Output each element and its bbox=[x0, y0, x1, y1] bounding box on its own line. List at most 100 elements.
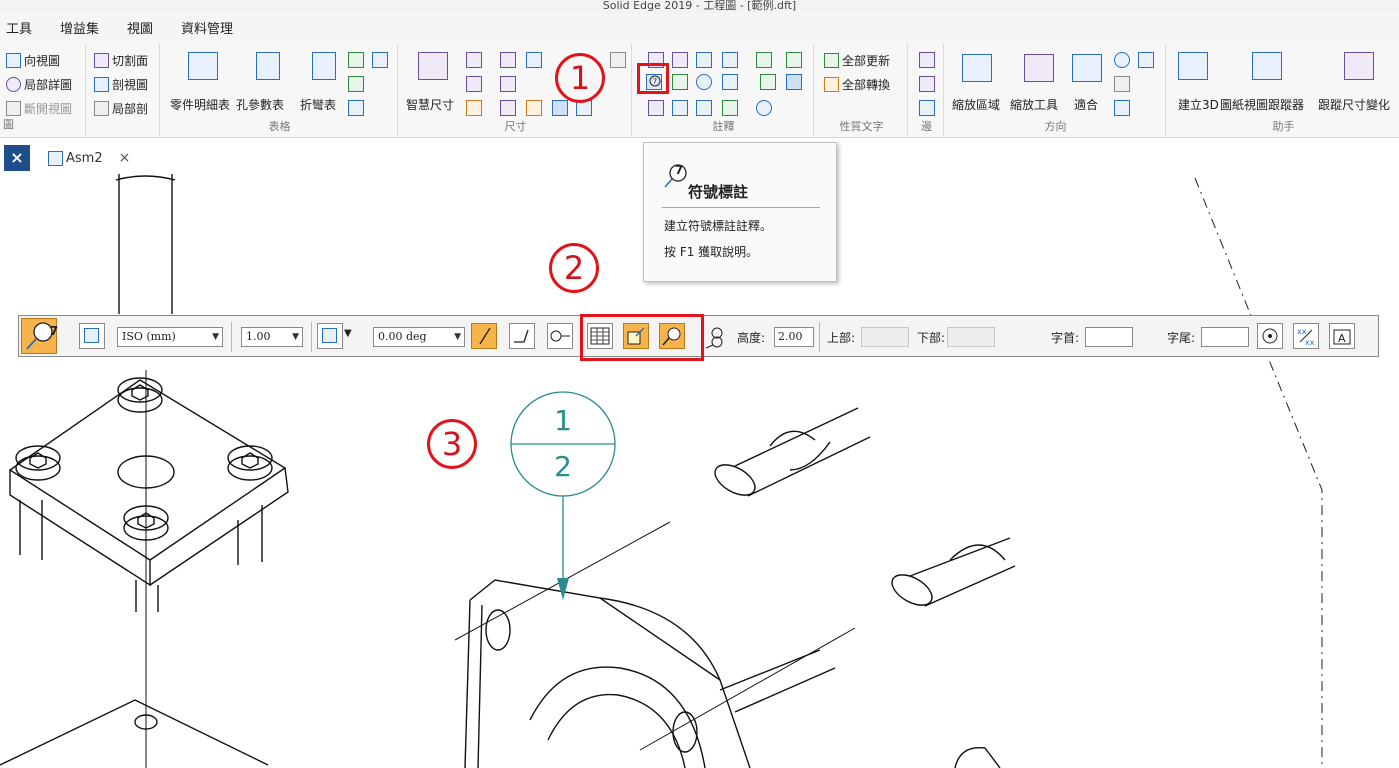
fit-button[interactable]: 適合 bbox=[1074, 96, 1098, 113]
bend-table-button[interactable]: 折彎表 bbox=[300, 96, 336, 113]
parts-list-button[interactable]: 零件明細表 bbox=[170, 96, 230, 113]
create-3d-button[interactable]: 建立3D bbox=[1178, 96, 1219, 113]
callout-1: 1 bbox=[555, 53, 605, 103]
edge-painter-icon[interactable] bbox=[919, 100, 935, 116]
zoom-tool-button[interactable]: 縮放工具 bbox=[1010, 96, 1058, 113]
separator bbox=[819, 322, 820, 352]
connector-icon[interactable] bbox=[722, 52, 738, 68]
automatic-center-line-icon[interactable] bbox=[756, 100, 772, 116]
convert-all-button[interactable]: 全部轉換 bbox=[824, 76, 890, 93]
angle-dimension-icon[interactable] bbox=[466, 76, 482, 92]
surface-texture-icon[interactable] bbox=[648, 100, 664, 116]
symmetric-dimension-icon[interactable] bbox=[500, 52, 516, 68]
zoom-icon[interactable] bbox=[1114, 52, 1130, 68]
scale-select[interactable]: 1.00 ▼ bbox=[241, 327, 303, 347]
height-input[interactable]: 2.00 bbox=[774, 327, 814, 347]
chamfer-dimension-icon[interactable] bbox=[500, 76, 516, 92]
views-group: 向視圖 局部詳圖 斷開視圖 圖 bbox=[0, 44, 86, 136]
bolt-head-back bbox=[117, 377, 163, 413]
weld-symbol-icon[interactable] bbox=[696, 74, 712, 90]
principal-view-button[interactable]: 向視圖 bbox=[6, 52, 60, 69]
prefix-input[interactable] bbox=[1085, 327, 1133, 347]
menu-bar: 工具 增益集 視圖 資料管理 bbox=[0, 14, 1399, 40]
doc-tab-close-icon[interactable]: × bbox=[119, 150, 131, 166]
drawing-view-tracker-button[interactable]: 圖紙視圖跟蹤器 bbox=[1220, 96, 1304, 113]
callout-icon[interactable] bbox=[696, 52, 712, 68]
broken-view-icon bbox=[6, 101, 21, 116]
update-all-button[interactable]: 全部更新 bbox=[824, 52, 890, 69]
table-tool-icon-1[interactable] bbox=[348, 52, 364, 68]
pan-icon[interactable] bbox=[1138, 52, 1154, 68]
suffix-input[interactable] bbox=[1201, 327, 1249, 347]
smart-dimension-button[interactable]: 智慧尺寸 bbox=[406, 96, 454, 113]
window-title: Solid Edge 2019 - 工程圖 - [範例.dft] bbox=[0, 0, 1399, 14]
edge-hide-icon[interactable] bbox=[919, 76, 935, 92]
table-tool-icon-4[interactable] bbox=[348, 100, 364, 116]
menu-view[interactable]: 視圖 bbox=[127, 18, 153, 37]
center-line-icon[interactable] bbox=[756, 52, 772, 68]
text-box-icon[interactable] bbox=[722, 74, 738, 90]
table-tool-icon-2[interactable] bbox=[372, 52, 388, 68]
broken-view-button[interactable]: 斷開視圖 bbox=[6, 100, 72, 117]
edge-condition-icon[interactable] bbox=[696, 100, 712, 116]
angle-select[interactable]: 0.00 deg ▼ bbox=[373, 327, 465, 347]
edge-display-icon[interactable] bbox=[919, 52, 935, 68]
cutting-line-icon[interactable] bbox=[722, 100, 738, 116]
cutting-plane-icon bbox=[94, 53, 109, 68]
annotation-table-icon[interactable] bbox=[786, 52, 802, 68]
chevron-down-icon[interactable]: ▼ bbox=[344, 328, 352, 339]
menu-data-management[interactable]: 資料管理 bbox=[181, 18, 233, 37]
annotation-group-label: 註釋 bbox=[712, 120, 735, 133]
special-characters-button[interactable]: xx xx bbox=[1293, 323, 1319, 349]
section-view-button[interactable]: 剖視圖 bbox=[94, 76, 148, 93]
datum-target-icon[interactable] bbox=[672, 74, 688, 90]
center-mark-icon[interactable] bbox=[760, 74, 776, 90]
detail-view-button[interactable]: 局部詳圖 bbox=[6, 76, 72, 93]
upper-text-input[interactable] bbox=[861, 327, 909, 347]
broken-out-section-button[interactable]: 局部剖 bbox=[94, 100, 148, 117]
dimension-standard-select[interactable]: ISO (mm) ▼ bbox=[117, 327, 223, 347]
menu-addins[interactable]: 增益集 bbox=[60, 18, 99, 37]
coordinate-dimension-icon[interactable] bbox=[466, 100, 482, 116]
split-balloon-icon[interactable] bbox=[703, 325, 725, 352]
feature-control-frame-icon[interactable] bbox=[672, 100, 688, 116]
break-line-button[interactable] bbox=[509, 323, 535, 349]
sheet-view-icon[interactable] bbox=[1114, 100, 1130, 116]
shaft-top-arc bbox=[115, 175, 176, 181]
bolt-right-3 bbox=[954, 746, 1001, 768]
terminator-circle-icon bbox=[550, 330, 570, 342]
hole-table-button[interactable]: 孔參數表 bbox=[236, 96, 284, 113]
datum-frame-icon[interactable] bbox=[672, 52, 688, 68]
fit-icon bbox=[1072, 54, 1102, 82]
angular-coordinate-icon[interactable] bbox=[500, 100, 516, 116]
distance-dimension-icon[interactable] bbox=[466, 52, 482, 68]
terminator-button[interactable] bbox=[547, 323, 573, 349]
callout-3: 3 bbox=[427, 419, 477, 469]
property-text-group-label: 性質文字 bbox=[839, 120, 884, 133]
track-dimension-changes-button[interactable]: 跟蹤尺寸變化 bbox=[1318, 96, 1390, 113]
menu-tools[interactable]: 工具 bbox=[6, 18, 32, 37]
dimension-axis-icon[interactable] bbox=[526, 100, 542, 116]
dimension-text-icon[interactable] bbox=[610, 52, 626, 68]
dimension-style-icon[interactable] bbox=[526, 52, 542, 68]
sheet-boundary-dashed-line bbox=[1194, 177, 1323, 768]
cutting-plane-button[interactable]: 切割面 bbox=[94, 52, 148, 69]
text-style-button[interactable]: A bbox=[1329, 323, 1355, 349]
properties-button[interactable] bbox=[79, 323, 105, 349]
lower-text-input[interactable] bbox=[947, 327, 995, 347]
shaft-stub bbox=[719, 649, 836, 713]
doc-tab-asm2[interactable]: Asm2 × bbox=[48, 150, 130, 166]
table-tool-icon-3[interactable] bbox=[348, 76, 364, 92]
doc-tab-label: Asm2 bbox=[66, 150, 103, 166]
dimension-active-icon[interactable] bbox=[552, 100, 568, 116]
symbol-button[interactable] bbox=[1257, 323, 1283, 349]
leader-toggle-button[interactable] bbox=[471, 323, 497, 349]
hole-table-icon bbox=[256, 52, 280, 80]
text-style-icon: A bbox=[1333, 329, 1351, 345]
text-orientation-button[interactable] bbox=[317, 323, 343, 349]
zoom-area-button[interactable]: 縮放區域 bbox=[952, 96, 1000, 113]
bolt-hole-circle-icon[interactable] bbox=[786, 74, 802, 90]
tooltip-divider bbox=[662, 207, 820, 208]
close-all-button[interactable]: × bbox=[4, 145, 30, 171]
view-manager-icon[interactable] bbox=[1114, 76, 1130, 92]
